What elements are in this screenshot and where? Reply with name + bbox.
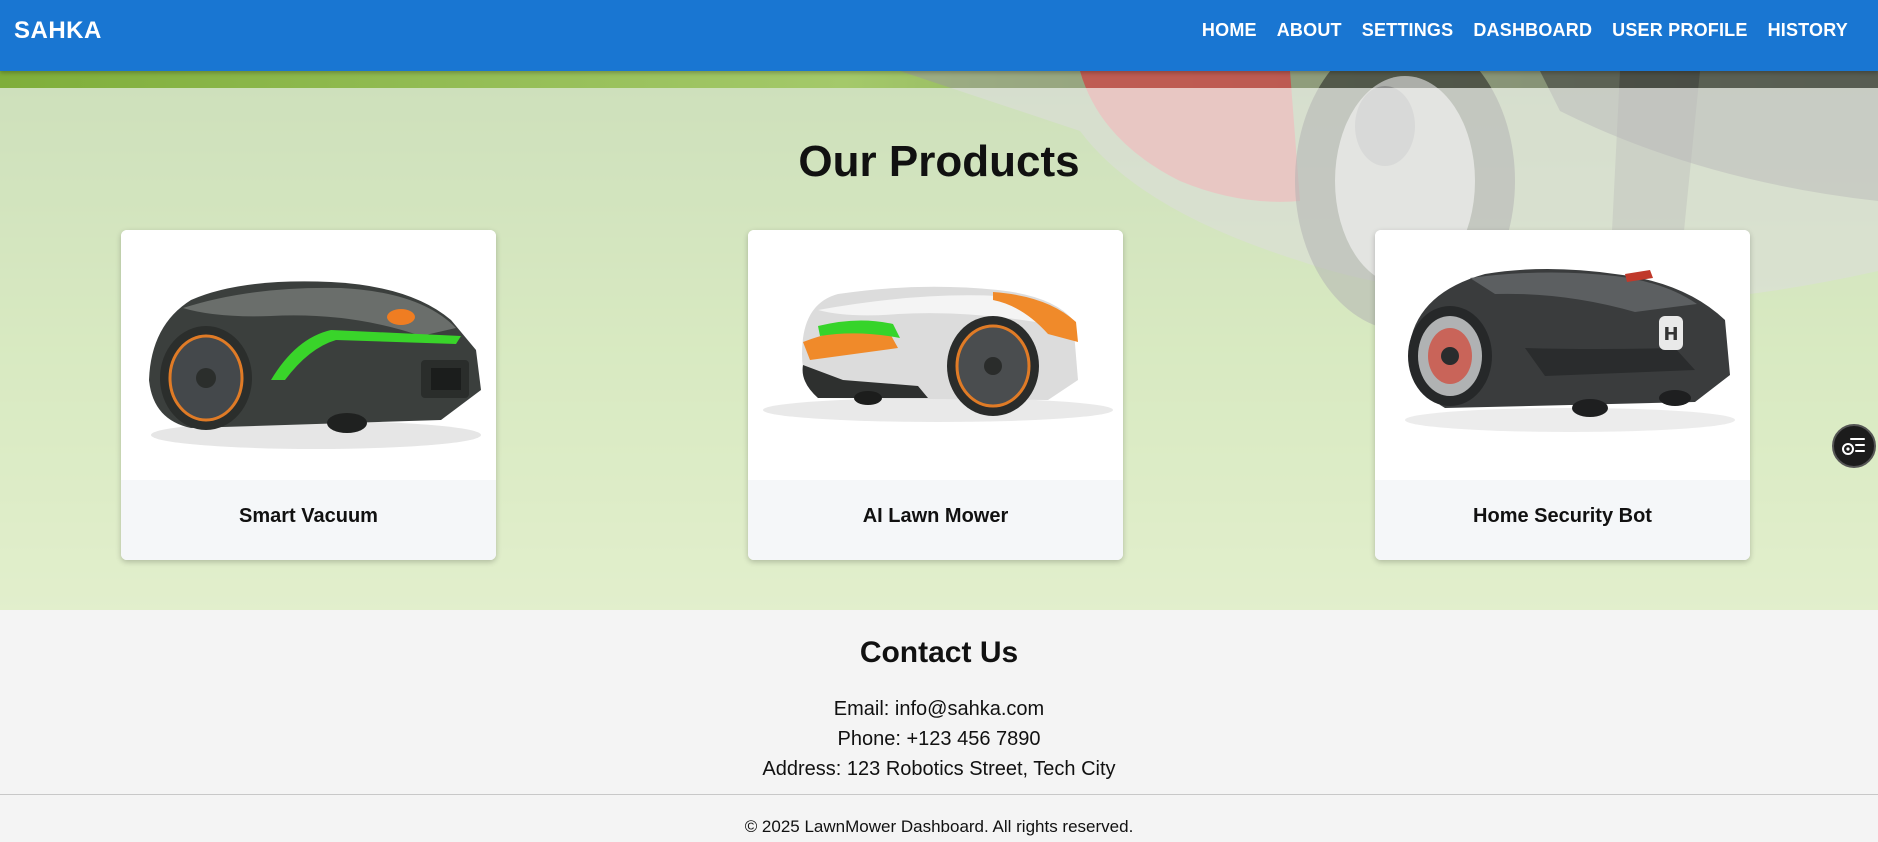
nav-user-profile[interactable]: USER PROFILE xyxy=(1612,20,1747,41)
main-nav: HOME ABOUT SETTINGS DASHBOARD USER PROFI… xyxy=(1202,20,1848,41)
nav-settings[interactable]: SETTINGS xyxy=(1362,20,1454,41)
product-image xyxy=(748,230,1123,480)
nav-home[interactable]: HOME xyxy=(1202,20,1257,41)
copyright-text: © 2025 LawnMower Dashboard. All rights r… xyxy=(744,817,1134,836)
contact-email: Email: info@sahka.com xyxy=(833,698,1045,720)
product-card-smart-vacuum[interactable]: Smart Vacuum xyxy=(121,230,496,560)
menu-list-icon xyxy=(1842,438,1865,455)
brand-logo[interactable]: SAHKA xyxy=(14,17,102,45)
nav-about[interactable]: ABOUT xyxy=(1277,20,1342,41)
product-image: H xyxy=(1375,230,1750,480)
navbar: SAHKA HOME ABOUT SETTINGS DASHBOARD USER… xyxy=(0,0,1878,71)
product-name: AI Lawn Mower xyxy=(748,480,1123,560)
contact-title: Contact Us xyxy=(859,636,1019,669)
contact-address: Address: 123 Robotics Street, Tech City xyxy=(762,758,1116,780)
footer-divider xyxy=(0,794,1878,795)
contact-phone: Phone: +123 456 7890 xyxy=(837,728,1041,750)
floating-menu-button[interactable] xyxy=(1832,424,1876,468)
product-name: Smart Vacuum xyxy=(121,480,496,560)
section-title: Our Products xyxy=(798,137,1080,186)
product-card-home-security-bot[interactable]: H Home Security Bot xyxy=(1375,230,1750,560)
nav-dashboard[interactable]: DASHBOARD xyxy=(1473,20,1592,41)
product-card-ai-lawn-mower[interactable]: AI Lawn Mower xyxy=(748,230,1123,560)
product-image xyxy=(121,230,496,480)
product-name: Home Security Bot xyxy=(1375,480,1750,560)
nav-history[interactable]: HISTORY xyxy=(1768,20,1848,41)
svg-text:H: H xyxy=(1663,324,1678,345)
products-section: Our Products Smart Vacuum AI Lawn Mower … xyxy=(0,71,1878,610)
